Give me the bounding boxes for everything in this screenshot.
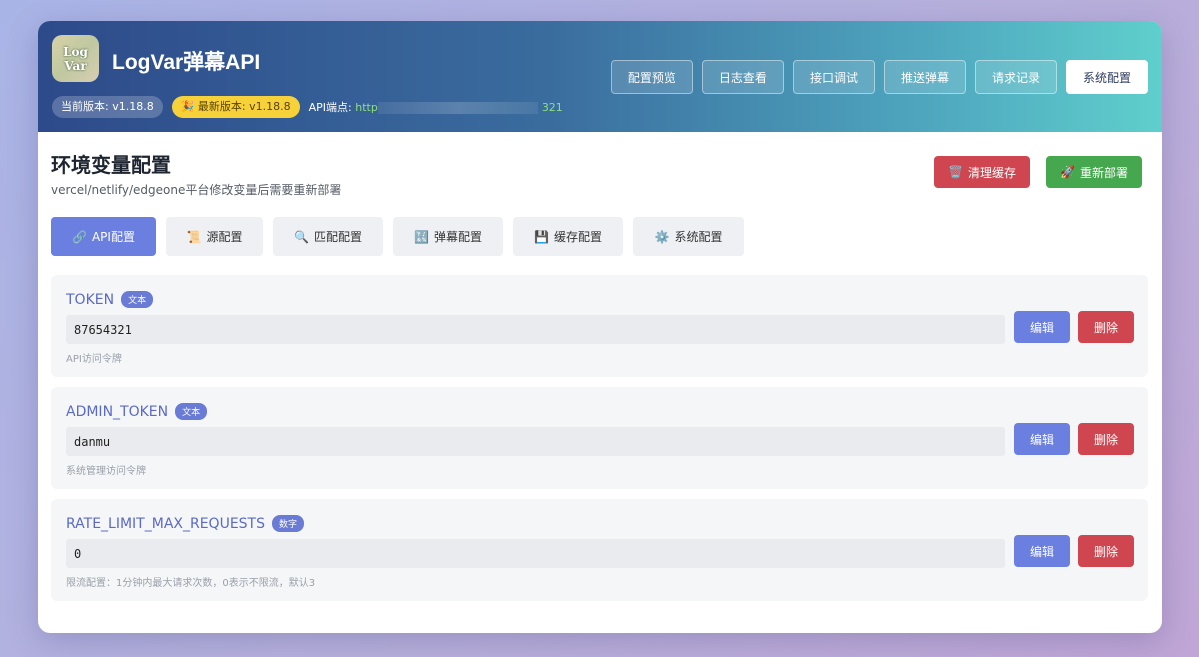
delete-button[interactable]: 删除 [1078, 535, 1134, 567]
tab-danmu-config[interactable]: 🔣 弹幕配置 [393, 217, 503, 256]
api-endpoint-url[interactable]: http [355, 101, 378, 114]
gear-icon: ⚙️ [654, 229, 670, 244]
api-endpoint: API端点: http 321 [309, 99, 563, 115]
env-var-description: API访问令牌 [66, 354, 122, 365]
env-var-name: TOKEN 文本 [66, 291, 154, 308]
edit-button[interactable]: 编辑 [1014, 311, 1070, 343]
symbols-icon: 🔣 [414, 229, 429, 244]
tab-api-config[interactable]: 🔗 API配置 [51, 217, 156, 256]
page-title: 环境变量配置 [51, 153, 171, 177]
edit-button[interactable]: 编辑 [1014, 423, 1070, 455]
delete-button[interactable]: 删除 [1078, 311, 1134, 343]
tab-label: 弹幕配置 [433, 230, 482, 244]
env-var-key: TOKEN [66, 291, 115, 308]
type-badge: 文本 [121, 291, 154, 308]
tab-label: 匹配配置 [313, 230, 362, 244]
edit-button[interactable]: 编辑 [1014, 535, 1070, 567]
type-badge: 文本 [175, 403, 208, 420]
tab-source-config[interactable]: 📜 源配置 [166, 217, 263, 256]
env-var-description: 限流配置：1分钟内最大请求次数，0表示不限流，默认3 [66, 578, 316, 589]
type-badge: 数字 [272, 515, 305, 532]
env-var-value: 87654321 [66, 315, 1005, 344]
tab-label: API配置 [91, 230, 135, 244]
env-var-card: RATE_LIMIT_MAX_REQUESTS 数字 0 限流配置：1分钟内最大… [51, 499, 1148, 601]
version-bar: 当前版本: v1.18.8 🎉 最新版本: v1.18.8 API端点: htt… [52, 96, 563, 118]
env-var-card: TOKEN 文本 87654321 API访问令牌 编辑 删除 [51, 275, 1148, 377]
config-tabs: 🔗 API配置 📜 源配置 🔍 匹配配置 🔣 弹幕配置 💾 缓存配置 ⚙️ 系统… [51, 217, 744, 256]
page-subtitle: vercel/netlify/edgeone平台修改变量后需要重新部署 [51, 183, 342, 197]
env-var-value: danmu [66, 427, 1005, 456]
app-window: Log Var LogVar弹幕API 当前版本: v1.18.8 🎉 最新版本… [38, 21, 1162, 633]
app-title: LogVar弹幕API [112, 51, 261, 74]
tab-match-config[interactable]: 🔍 匹配配置 [273, 217, 383, 256]
clear-cache-button[interactable]: 🗑️ 清理缓存 [934, 156, 1030, 188]
env-var-key: ADMIN_TOKEN [66, 403, 169, 420]
tab-label: 源配置 [206, 230, 243, 244]
nav-system-config-button[interactable]: 系统配置 [1065, 60, 1148, 94]
latest-version-badge: 🎉 最新版本: v1.18.8 [171, 96, 300, 118]
api-endpoint-label: API端点: [308, 101, 356, 114]
env-var-key: RATE_LIMIT_MAX_REQUESTS [66, 515, 265, 532]
nav-push-danmu-button[interactable]: 推送弹幕 [883, 60, 966, 94]
delete-button[interactable]: 删除 [1078, 423, 1134, 455]
env-var-name: ADMIN_TOKEN 文本 [66, 403, 208, 420]
current-version-badge: 当前版本: v1.18.8 [52, 96, 163, 118]
nav-api-debug-button[interactable]: 接口调试 [792, 60, 875, 94]
tab-cache-config[interactable]: 💾 缓存配置 [513, 217, 623, 256]
magnifier-icon: 🔍 [294, 229, 309, 244]
link-icon: 🔗 [72, 229, 87, 244]
env-var-card: ADMIN_TOKEN 文本 danmu 系统管理访问令牌 编辑 删除 [51, 387, 1148, 489]
clear-cache-label: 清理缓存 [967, 165, 1016, 180]
logo-line-2: Var [64, 58, 87, 73]
trash-icon: 🗑️ [948, 165, 963, 179]
env-var-value: 0 [66, 539, 1005, 568]
nav-request-log-button[interactable]: 请求记录 [974, 60, 1057, 94]
tab-label: 缓存配置 [553, 230, 602, 244]
tab-label: 系统配置 [674, 230, 723, 244]
redeploy-button[interactable]: 🚀 重新部署 [1046, 156, 1142, 188]
rocket-icon: 🚀 [1060, 165, 1075, 179]
api-endpoint-url-tail: 321 [541, 101, 563, 114]
header: Log Var LogVar弹幕API 当前版本: v1.18.8 🎉 最新版本… [38, 21, 1162, 132]
api-endpoint-redacted [377, 102, 538, 114]
env-var-description: 系统管理访问令牌 [66, 466, 146, 477]
redeploy-label: 重新部署 [1079, 165, 1128, 180]
top-nav: 配置预览 日志查看 接口调试 推送弹幕 请求记录 系统配置 [610, 60, 1148, 94]
app-logo: Log Var [52, 35, 99, 82]
nav-config-preview-button[interactable]: 配置预览 [610, 60, 693, 94]
scroll-icon: 📜 [186, 229, 202, 244]
nav-logs-button[interactable]: 日志查看 [701, 60, 784, 94]
floppy-disk-icon: 💾 [534, 229, 549, 244]
env-var-name: RATE_LIMIT_MAX_REQUESTS 数字 [66, 515, 305, 532]
tab-system-config[interactable]: ⚙️ 系统配置 [633, 217, 744, 256]
logo-line-1: Log [63, 44, 88, 59]
